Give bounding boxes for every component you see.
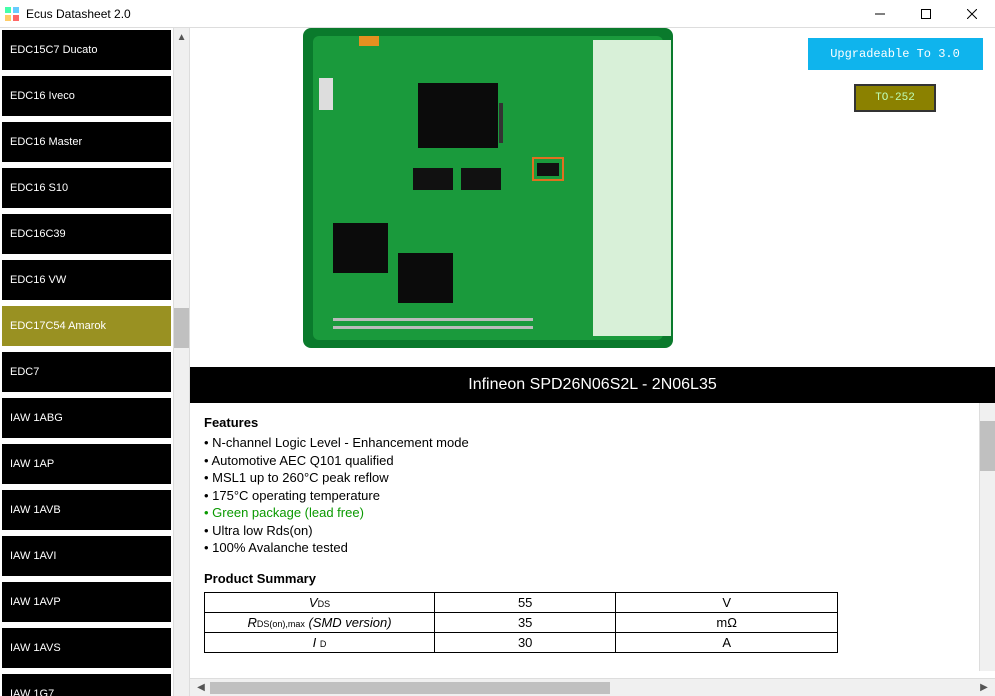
datasheet-content: Features • N-channel Logic Level - Enhan…	[190, 403, 979, 671]
sidebar-item[interactable]: EDC15C7 Ducato	[2, 30, 171, 70]
sidebar-scroll-thumb[interactable]	[174, 308, 189, 348]
content-scroll-thumb[interactable]	[980, 421, 995, 471]
sidebar-item[interactable]: IAW 1ABG	[2, 398, 171, 438]
unit-cell: A	[616, 632, 838, 652]
hscroll-thumb[interactable]	[210, 682, 610, 694]
scroll-left-icon[interactable]: ◀	[192, 681, 210, 695]
package-button[interactable]: TO-252	[854, 84, 936, 112]
upgrade-button[interactable]: Upgradeable To 3.0	[808, 38, 983, 70]
maximize-button[interactable]	[903, 0, 949, 28]
param-cell: I D	[205, 632, 435, 652]
feature-line: • Automotive AEC Q101 qualified	[204, 452, 965, 470]
feature-line: • 175°C operating temperature	[204, 487, 965, 505]
feature-line: • Green package (lead free)	[204, 504, 965, 522]
feature-line: • MSL1 up to 260°C peak reflow	[204, 469, 965, 487]
sidebar-item[interactable]: EDC7	[2, 352, 171, 392]
window-title: Ecus Datasheet 2.0	[26, 7, 857, 21]
unit-cell: mΩ	[616, 612, 838, 632]
sidebar: EDC15C7 Ducato EDC16 Iveco EDC16 Master EDC…	[0, 28, 190, 696]
param-cell: RDS(on),max (SMD version)	[205, 612, 435, 632]
sidebar-scrollbar[interactable]: ▲	[173, 28, 189, 696]
main-panel: Upgradeable To 3.0 TO-252 Infineon SPD26…	[190, 28, 995, 696]
right-column: Upgradeable To 3.0 TO-252	[795, 28, 995, 367]
minimize-button[interactable]	[857, 0, 903, 28]
table-row: I D30A	[205, 632, 838, 652]
sidebar-item[interactable]: IAW 1AVB	[2, 490, 171, 530]
summary-table: VDS55VRDS(on),max (SMD version)35mΩI D30…	[204, 592, 838, 653]
feature-line: • Ultra low Rds(on)	[204, 522, 965, 540]
features-heading: Features	[204, 415, 965, 430]
sidebar-item[interactable]: IAW 1AP	[2, 444, 171, 484]
summary-heading: Product Summary	[204, 571, 965, 586]
datasheet-title: Infineon SPD26N06S2L - 2N06L35	[190, 367, 995, 403]
horizontal-scrollbar[interactable]: ◀ ▶	[190, 678, 995, 696]
close-button[interactable]	[949, 0, 995, 28]
sidebar-item[interactable]: EDC17C54 Amarok	[2, 306, 171, 346]
sidebar-item[interactable]: EDC16 S10	[2, 168, 171, 208]
value-cell: 30	[435, 632, 616, 652]
scroll-right-icon[interactable]: ▶	[975, 681, 993, 695]
window-controls	[857, 0, 995, 28]
app-icon	[4, 6, 20, 22]
table-row: RDS(on),max (SMD version)35mΩ	[205, 612, 838, 632]
sidebar-item[interactable]: EDC16 Master	[2, 122, 171, 162]
sidebar-item[interactable]: EDC16C39	[2, 214, 171, 254]
sidebar-item[interactable]: EDC16 VW	[2, 260, 171, 300]
sidebar-item[interactable]: IAW 1AVP	[2, 582, 171, 622]
table-row: VDS55V	[205, 592, 838, 612]
pcb-image	[190, 28, 795, 367]
feature-line: • N-channel Logic Level - Enhancement mo…	[204, 434, 965, 452]
value-cell: 55	[435, 592, 616, 612]
value-cell: 35	[435, 612, 616, 632]
sidebar-item[interactable]: IAW 1G7	[2, 674, 171, 696]
param-cell: VDS	[205, 592, 435, 612]
sidebar-item[interactable]: IAW 1AVI	[2, 536, 171, 576]
feature-line: • 100% Avalanche tested	[204, 539, 965, 557]
content-scrollbar[interactable]	[979, 403, 995, 671]
sidebar-item[interactable]: EDC16 Iveco	[2, 76, 171, 116]
unit-cell: V	[616, 592, 838, 612]
titlebar: Ecus Datasheet 2.0	[0, 0, 995, 28]
sidebar-item[interactable]: IAW 1AVS	[2, 628, 171, 668]
scroll-up-icon[interactable]: ▲	[174, 28, 189, 46]
